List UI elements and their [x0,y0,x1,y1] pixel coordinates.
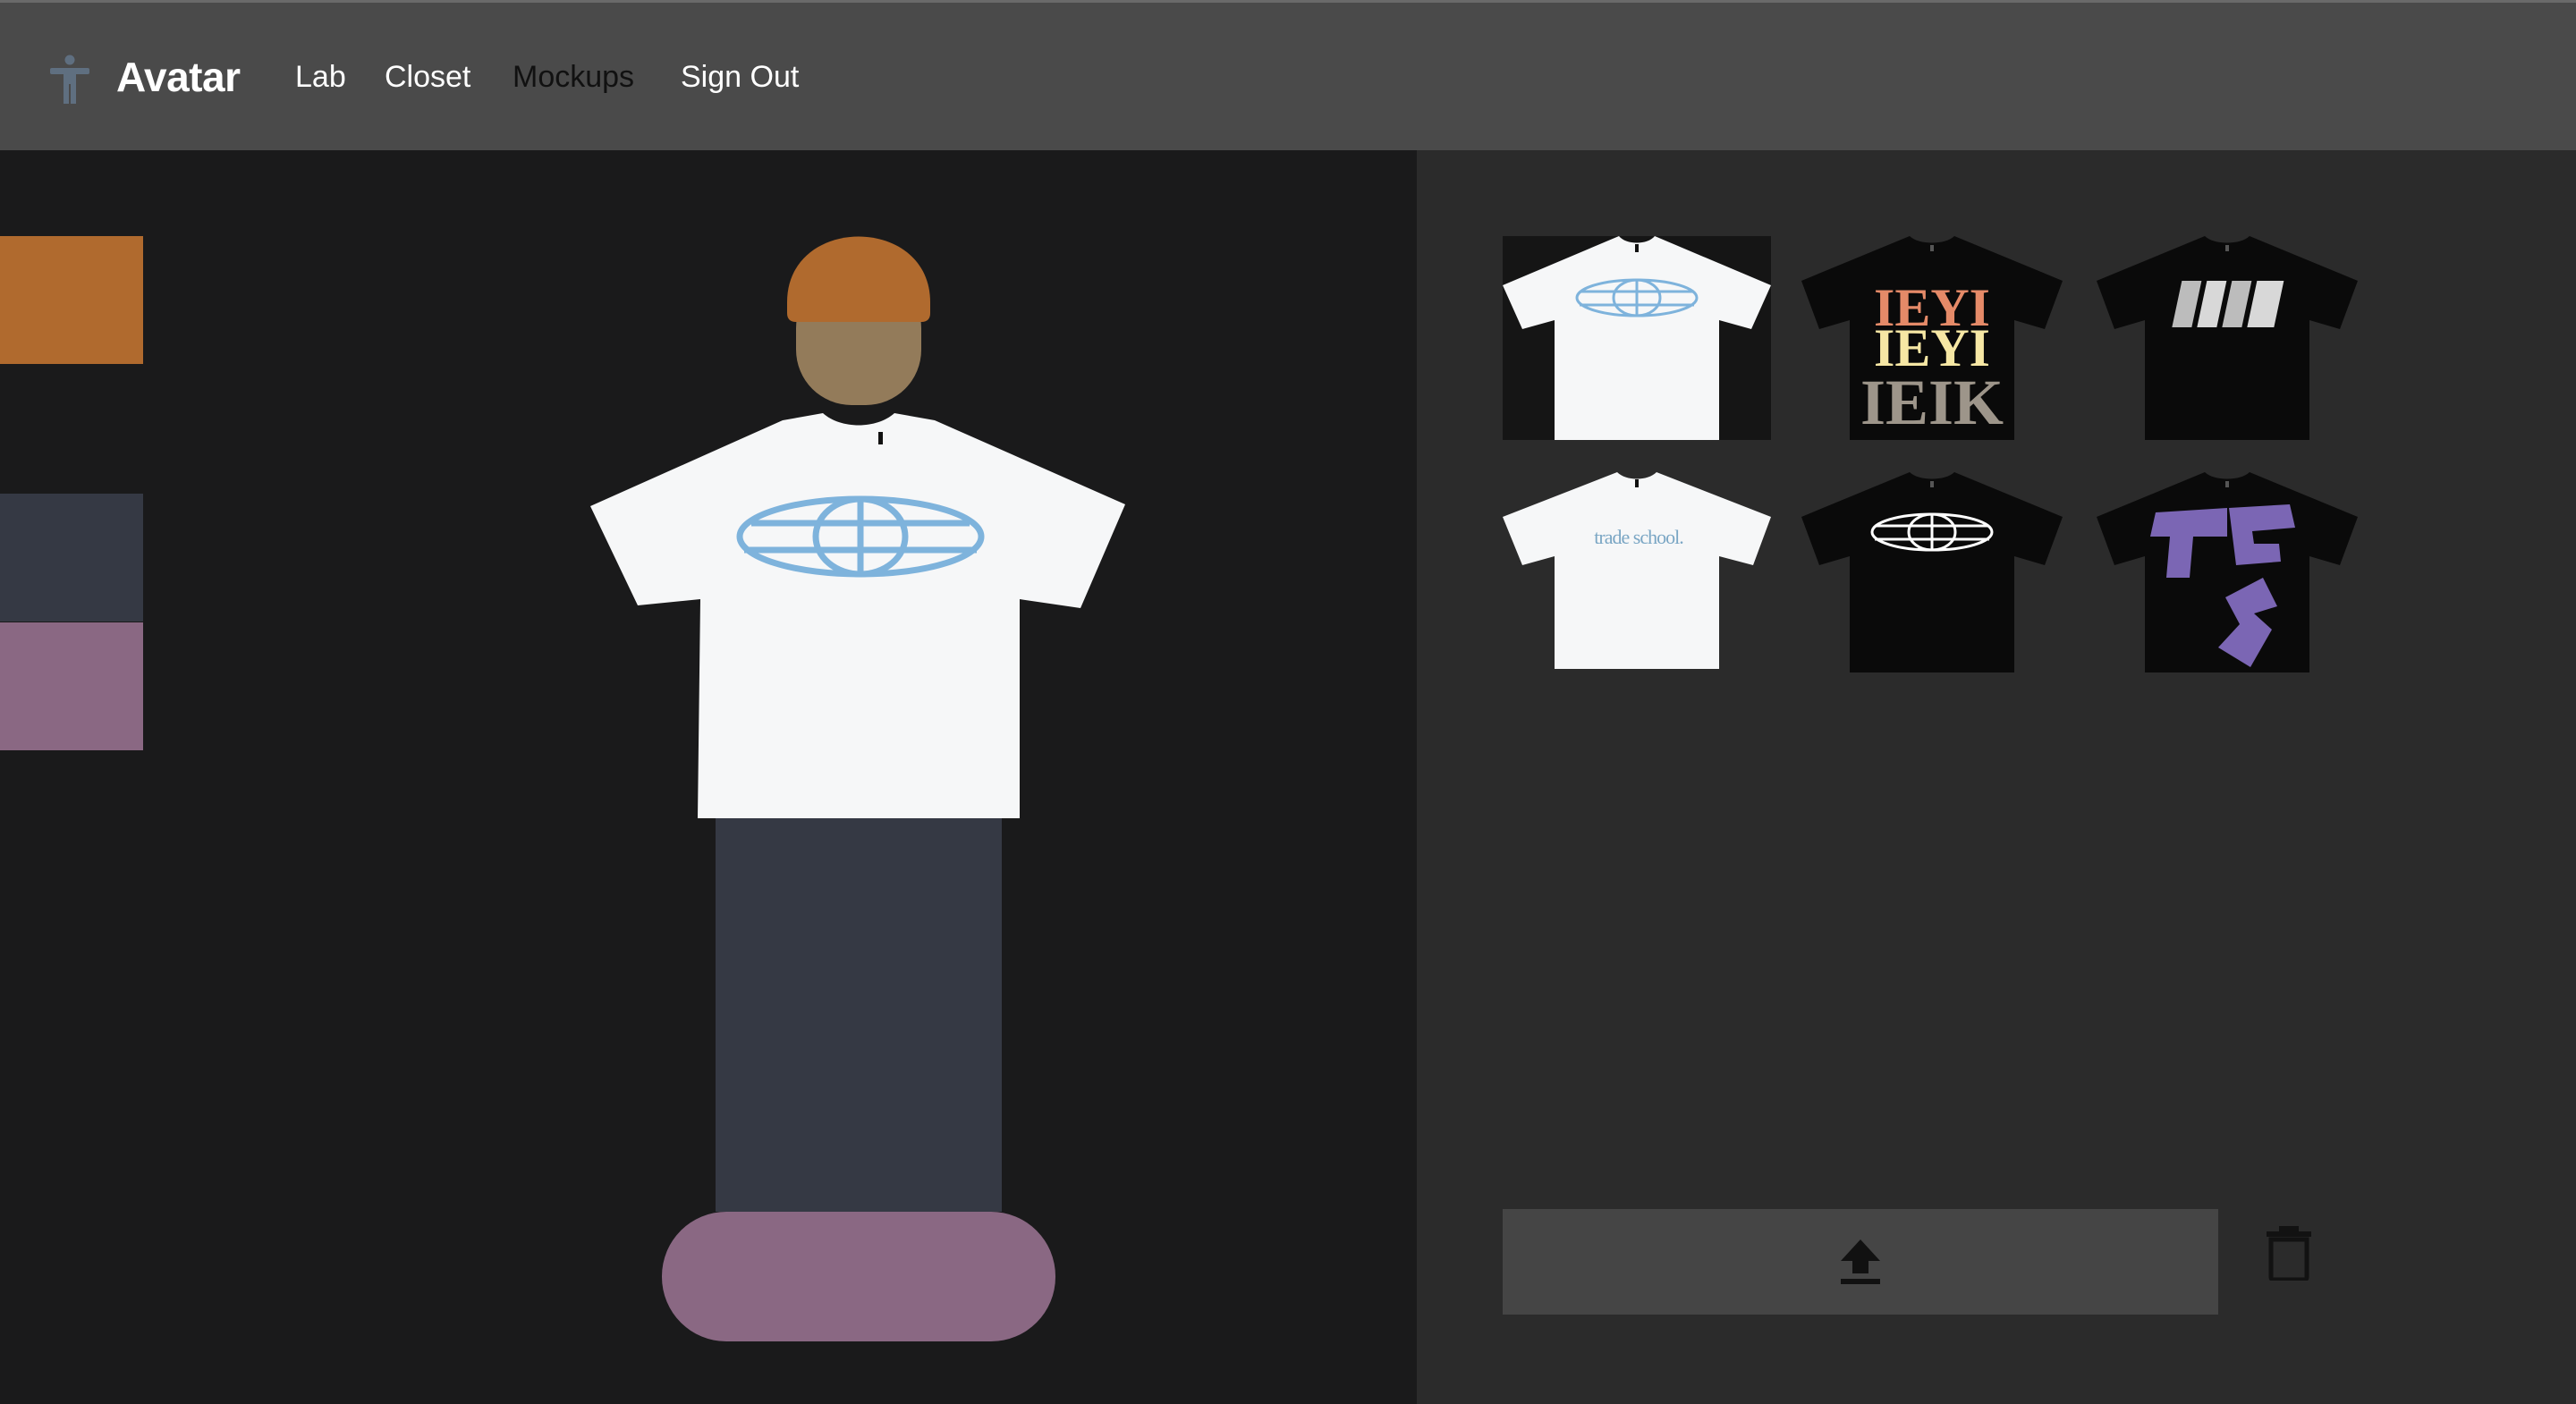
avatar-hat [787,236,930,322]
closet-item-trade-school-white[interactable]: trade school. [1503,472,1771,676]
accessibility-person-icon [50,55,89,104]
nav-closet[interactable]: Closet [385,60,470,95]
app-title[interactable]: Avatar [116,53,241,101]
closet-item-globe-outline-black[interactable] [1798,472,2066,676]
pants-color-swatch[interactable] [0,494,143,622]
nav-sign-out[interactable]: Sign Out [681,60,799,95]
closet-item-globe-white[interactable] [1503,236,1771,440]
upload-icon [1841,1239,1880,1284]
avatar-pants [716,814,1002,1212]
nav-mockups[interactable]: Mockups [513,60,634,95]
closet-item-purple-letters-black[interactable] [2093,472,2361,676]
top-bar: Avatar Lab Closet Mockups Sign Out [0,0,2576,150]
nav-lab[interactable]: Lab [295,60,346,95]
hat-color-swatch[interactable] [0,236,143,364]
closet-item-chrome-letters-black[interactable] [2093,236,2361,440]
avatar-shirt [590,413,1125,818]
upload-button[interactable] [1503,1209,2218,1315]
avatar-shirt-tag [878,432,883,444]
svg-text:IEIK: IEIK [1860,367,2004,438]
avatar-shoes [662,1212,1055,1341]
shoes-color-swatch[interactable] [0,622,143,750]
avatar-figure [590,236,1125,1341]
closet-item-stacked-letters-black[interactable]: IEYI IEYI IEIK [1798,236,2066,440]
svg-text:trade school.: trade school. [1594,526,1683,548]
trash-icon[interactable] [2267,1225,2311,1281]
